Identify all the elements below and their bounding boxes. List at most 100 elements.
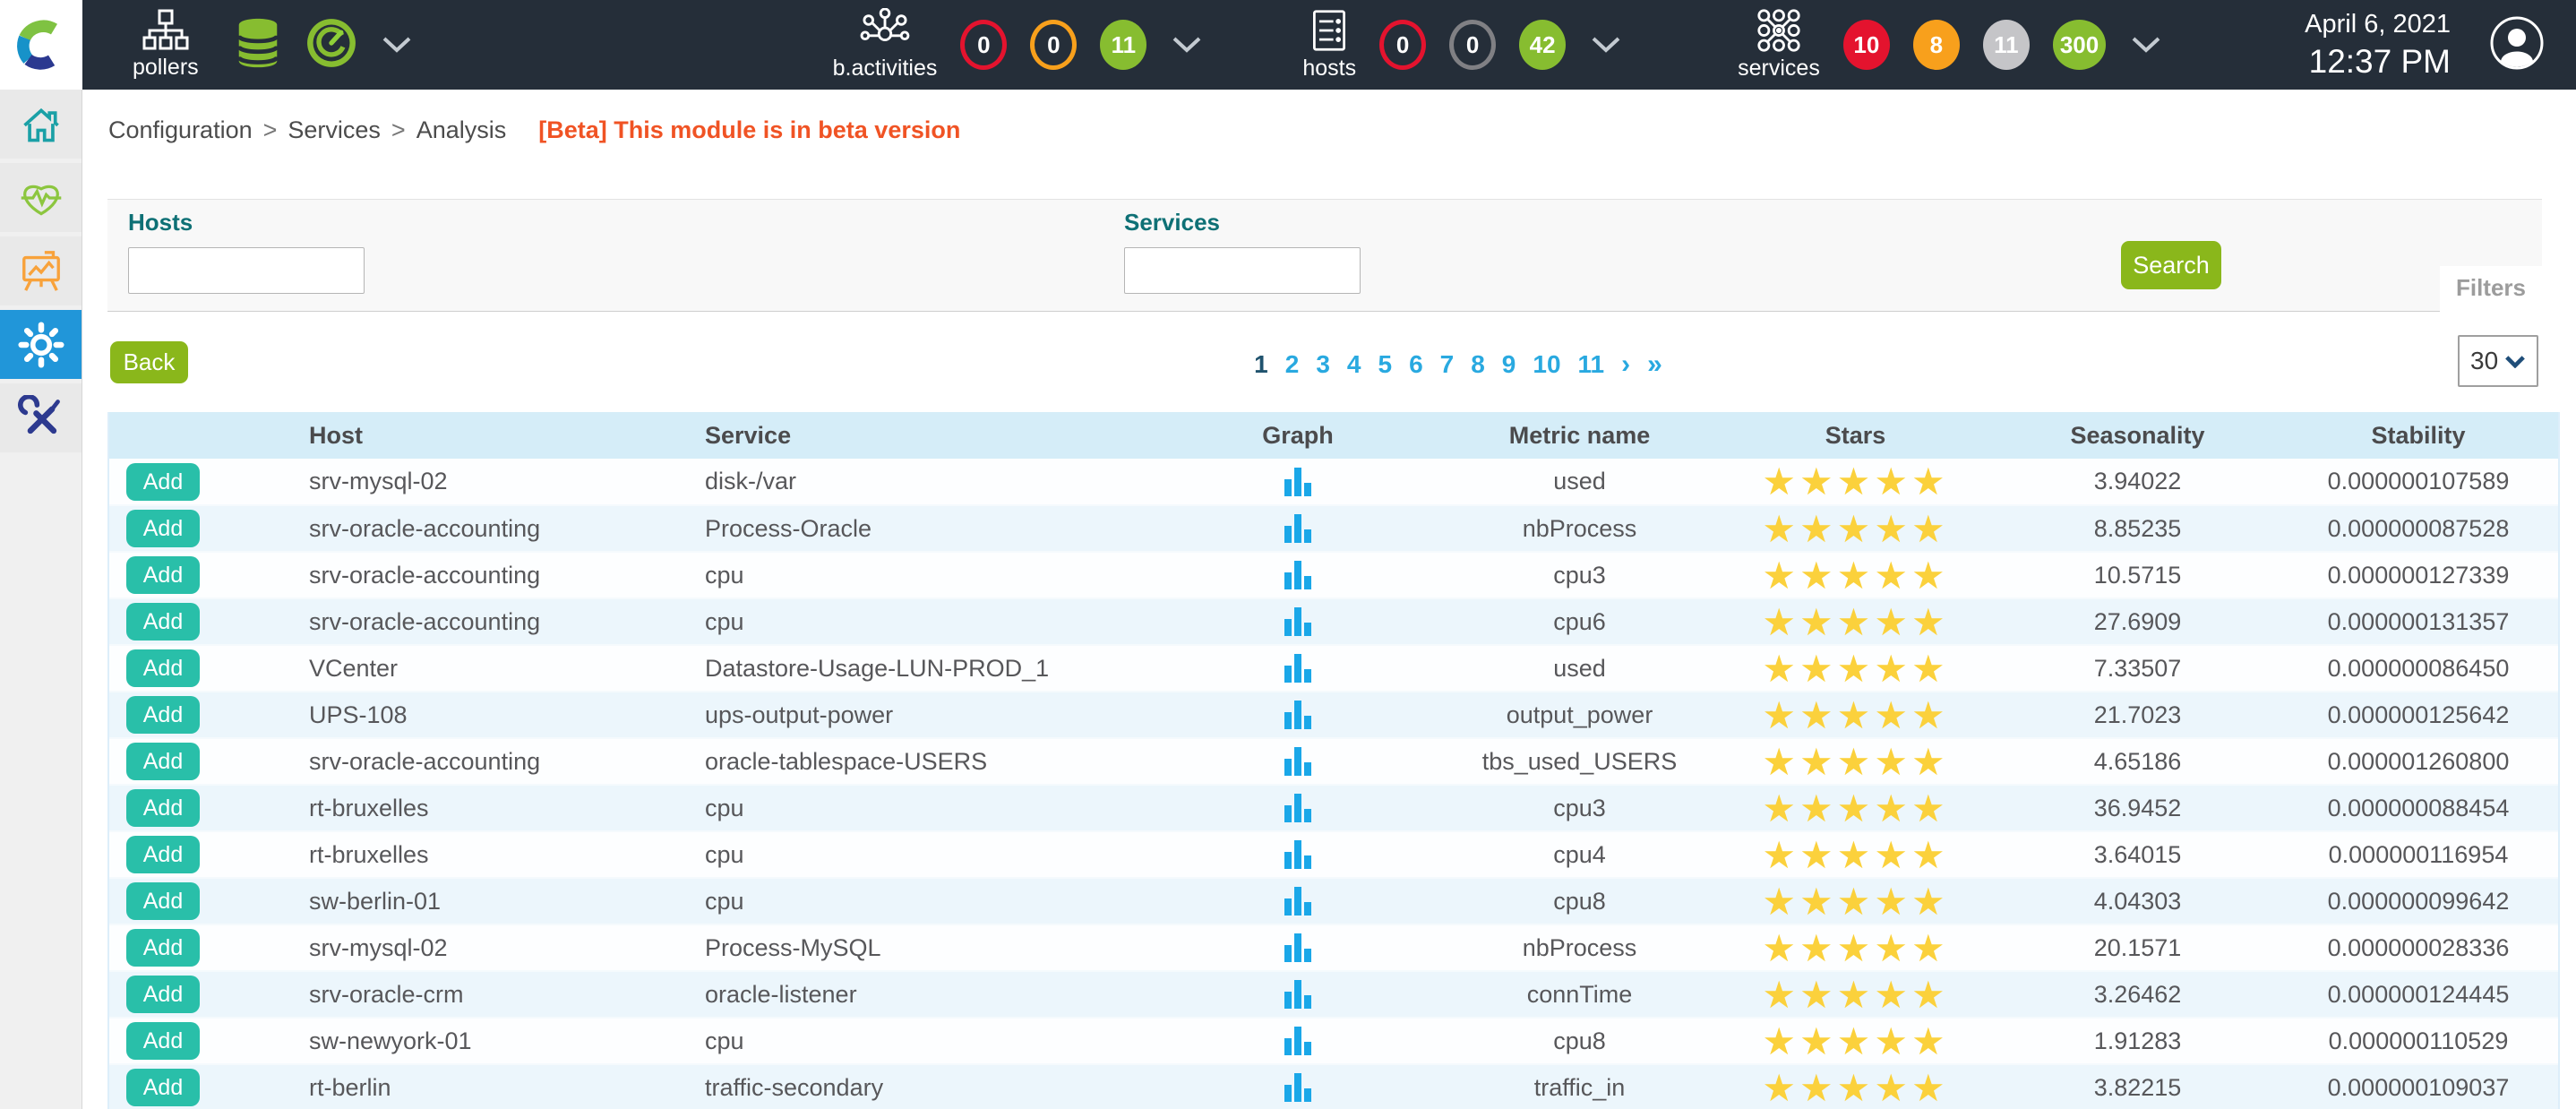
bar-chart-icon[interactable] — [1284, 654, 1311, 683]
pagination-page-5[interactable]: 5 — [1378, 350, 1392, 379]
pagination-page-11[interactable]: 11 — [1578, 350, 1605, 379]
bar-chart-icon[interactable] — [1284, 514, 1311, 543]
bam-warning-badge[interactable]: 0 — [1030, 20, 1077, 70]
add-button[interactable]: Add — [126, 976, 200, 1013]
bar-chart-icon[interactable] — [1284, 468, 1311, 496]
pagination-page-7[interactable]: 7 — [1440, 350, 1455, 379]
services-unknown-badge[interactable]: 11 — [1983, 20, 2030, 70]
bar-chart-icon[interactable] — [1284, 701, 1311, 729]
topbar-business-activities[interactable]: b.activities — [833, 8, 938, 82]
bar-chart-icon[interactable] — [1284, 607, 1311, 636]
service-cell: cpu — [685, 878, 1151, 924]
hosts-up-badge[interactable]: 42 — [1519, 20, 1566, 70]
services-ok-badge[interactable]: 300 — [2053, 20, 2106, 70]
poller-latency-gauge-icon[interactable] — [306, 18, 356, 73]
services-filter-input[interactable] — [1124, 247, 1361, 294]
breadcrumb-services[interactable]: Services — [288, 116, 381, 144]
bar-chart-icon[interactable] — [1284, 933, 1311, 962]
add-button[interactable]: Add — [126, 882, 200, 920]
table-row: Add srv-mysql-02 disk-/var used ★★★★★ 3.… — [109, 459, 2558, 505]
add-button[interactable]: Add — [126, 510, 200, 547]
business-activities-group: b.activities 0 0 11 — [833, 8, 1203, 82]
table-row: Add srv-oracle-accounting Process-Oracle… — [109, 505, 2558, 552]
pagination-page-6[interactable]: 6 — [1409, 350, 1423, 379]
add-button[interactable]: Add — [126, 556, 200, 594]
topbar-pollers[interactable]: pollers — [133, 9, 199, 81]
hosts-chevron-down-icon[interactable] — [1591, 36, 1621, 54]
pagination-page-2[interactable]: 2 — [1285, 350, 1300, 379]
topbar-hosts[interactable]: hosts — [1302, 8, 1356, 82]
hosts-unreachable-badge[interactable]: 0 — [1449, 20, 1496, 70]
stability-cell: 0.000000086450 — [2279, 645, 2558, 692]
pagination-page-8[interactable]: 8 — [1471, 350, 1485, 379]
add-button[interactable]: Add — [126, 929, 200, 967]
user-avatar[interactable] — [2488, 14, 2546, 76]
business-activities-icon — [860, 8, 910, 53]
add-button[interactable]: Add — [126, 1069, 200, 1106]
service-cell: cpu — [685, 598, 1151, 645]
breadcrumb-separator: > — [391, 116, 406, 144]
services-warning-badge[interactable]: 8 — [1913, 20, 1960, 70]
pollers-chevron-down-icon[interactable] — [382, 36, 412, 54]
add-button[interactable]: Add — [126, 789, 200, 827]
add-button[interactable]: Add — [126, 463, 200, 501]
add-button[interactable]: Add — [126, 743, 200, 780]
pagination-page-4[interactable]: 4 — [1347, 350, 1361, 379]
pagination-page-9[interactable]: 9 — [1502, 350, 1516, 379]
seasonality-cell: 1.91283 — [1996, 1018, 2279, 1064]
bam-ok-badge[interactable]: 11 — [1100, 20, 1146, 70]
bar-chart-icon[interactable] — [1284, 747, 1311, 776]
sidebar-item-administration[interactable] — [0, 383, 82, 452]
pagination-last[interactable]: » — [1647, 349, 1662, 380]
hosts-down-badge[interactable]: 0 — [1379, 20, 1426, 70]
sidebar-item-configuration[interactable] — [0, 310, 82, 379]
stability-cell: 0.000000127339 — [2279, 552, 2558, 598]
stars-rating: ★★★★★ — [1714, 924, 1996, 971]
bar-chart-icon[interactable] — [1284, 840, 1311, 869]
pagination-page-3[interactable]: 3 — [1316, 350, 1330, 379]
metric-cell: used — [1445, 645, 1714, 692]
heart-pulse-icon — [18, 177, 64, 219]
metric-cell: tbs_used_USERS — [1445, 738, 1714, 785]
bar-chart-icon[interactable] — [1284, 887, 1311, 916]
topbar-services[interactable]: services — [1738, 8, 1820, 82]
analysis-table: Host Service Graph Metric name Stars Sea… — [107, 412, 2560, 1109]
service-cell: cpu — [685, 831, 1151, 878]
current-date: April 6, 2021 — [2305, 10, 2451, 39]
pagination-next[interactable]: › — [1621, 349, 1630, 380]
service-cell: cpu — [685, 1018, 1151, 1064]
bar-chart-icon[interactable] — [1284, 794, 1311, 822]
page-size-select[interactable]: 30 — [2458, 335, 2538, 387]
add-button[interactable]: Add — [126, 836, 200, 873]
bam-critical-badge[interactable]: 0 — [960, 20, 1007, 70]
filters-tab-label[interactable]: Filters — [2440, 266, 2542, 312]
bam-chevron-down-icon[interactable] — [1172, 36, 1202, 54]
poller-database-icon[interactable] — [235, 15, 281, 75]
add-button[interactable]: Add — [126, 1022, 200, 1060]
stars-rating: ★★★★★ — [1714, 505, 1996, 552]
centreon-logo[interactable] — [0, 0, 82, 90]
metric-cell: cpu4 — [1445, 831, 1714, 878]
bar-chart-icon[interactable] — [1284, 1073, 1311, 1102]
add-button[interactable]: Add — [126, 696, 200, 734]
services-critical-badge[interactable]: 10 — [1843, 20, 1890, 70]
business-activities-label: b.activities — [833, 56, 938, 82]
stability-cell: 0.000000109037 — [2279, 1064, 2558, 1109]
sidebar-item-home[interactable] — [0, 90, 82, 159]
breadcrumb-configuration[interactable]: Configuration — [108, 116, 253, 144]
add-button[interactable]: Add — [126, 649, 200, 687]
seasonality-cell: 27.6909 — [1996, 598, 2279, 645]
hosts-filter-input[interactable] — [128, 247, 365, 294]
breadcrumb-analysis[interactable]: Analysis — [416, 116, 507, 144]
add-button[interactable]: Add — [126, 603, 200, 640]
bar-chart-icon[interactable] — [1284, 980, 1311, 1009]
sidebar-item-reporting[interactable] — [0, 236, 82, 305]
pagination-page-1[interactable]: 1 — [1254, 350, 1268, 379]
services-chevron-down-icon[interactable] — [2131, 36, 2161, 54]
bar-chart-icon[interactable] — [1284, 1027, 1311, 1055]
search-button[interactable]: Search — [2121, 241, 2221, 289]
sidebar-item-monitoring[interactable] — [0, 163, 82, 232]
stability-cell: 0.000000028336 — [2279, 924, 2558, 971]
bar-chart-icon[interactable] — [1284, 561, 1311, 589]
pagination-page-10[interactable]: 10 — [1533, 350, 1560, 379]
